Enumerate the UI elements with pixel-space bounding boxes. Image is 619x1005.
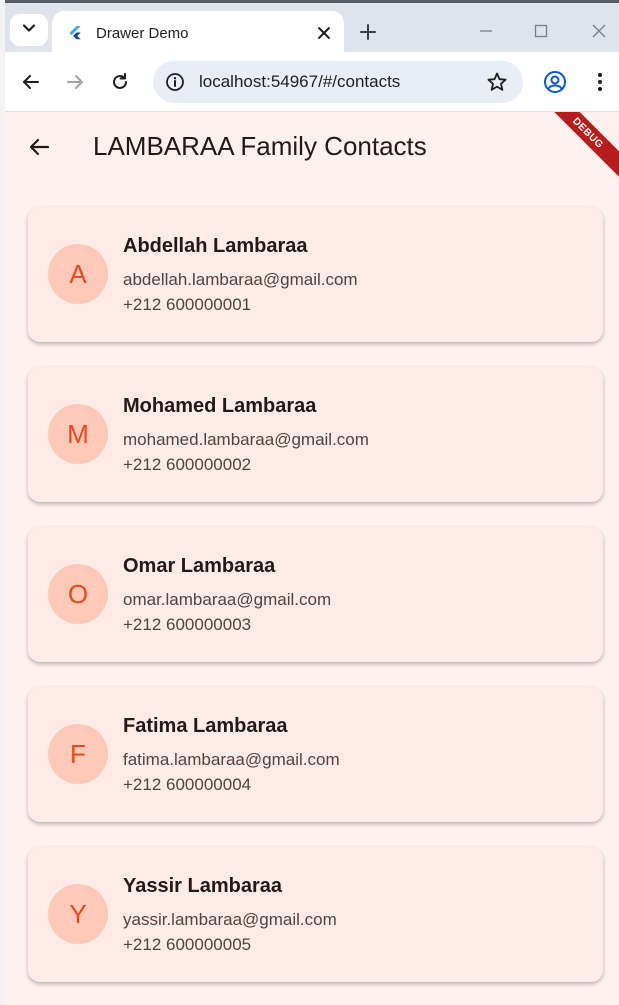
browser-tab[interactable]: Drawer Demo [52,11,344,55]
window-close-button[interactable] [579,15,619,47]
avatar: F [48,724,108,784]
contact-card[interactable]: Y Yassir Lambaraa yassir.lambaraa@gmail.… [28,847,603,982]
browser-menu-button[interactable] [584,66,616,98]
page-title: LAMBARAA Family Contacts [93,131,427,161]
maximize-button[interactable] [521,15,561,47]
contact-phone: +212 600000005 [123,935,252,954]
avatar: A [48,244,108,304]
app-bar: LAMBARAA Family Contacts [5,112,619,182]
close-icon[interactable] [310,19,338,47]
app-viewport: LAMBARAA Family Contacts DEBUG A Abdella… [5,112,619,1005]
tab-search-button[interactable] [10,14,48,46]
kebab-menu-icon [598,73,602,91]
contact-email: mohamed.lambaraa@gmail.com [123,430,369,449]
contact-email: fatima.lambaraa@gmail.com [123,750,340,769]
back-nav-button[interactable] [15,66,47,98]
arrow-left-icon [29,138,50,156]
contact-name: Fatima Lambaraa [123,715,288,737]
contact-list: A Abdellah Lambaraa abdellah.lambaraa@gm… [28,207,603,1005]
minimize-icon [480,30,492,32]
reload-icon [113,73,127,89]
flutter-icon [66,24,84,42]
info-icon[interactable] [165,72,185,92]
contact-card[interactable]: F Fatima Lambaraa fatima.lambaraa@gmail.… [28,687,603,822]
maximize-icon [534,24,548,38]
address-bar[interactable]: localhost:54967/#/contacts [153,61,523,103]
star-icon[interactable] [481,66,513,98]
plus-icon [360,24,376,40]
contact-email: omar.lambaraa@gmail.com [123,590,332,609]
contact-name: Omar Lambaraa [123,555,276,577]
tab-title: Drawer Demo [96,24,189,42]
contact-name: Mohamed Lambaraa [123,395,317,417]
back-button[interactable] [21,129,57,165]
contact-name: Abdellah Lambaraa [123,235,308,257]
arrow-left-icon [23,75,39,89]
window-close-icon [592,24,606,38]
new-tab-button[interactable] [354,18,382,46]
avatar: M [48,404,108,464]
contact-email: abdellah.lambaraa@gmail.com [123,270,358,289]
contact-card[interactable]: O Omar Lambaraa omar.lambaraa@gmail.com … [28,527,603,662]
reload-button[interactable] [104,66,136,98]
forward-nav-button[interactable] [59,66,91,98]
contact-card[interactable]: A Abdellah Lambaraa abdellah.lambaraa@gm… [28,207,603,342]
contact-phone: +212 600000001 [123,295,252,314]
contact-phone: +212 600000002 [123,455,252,474]
contact-card[interactable]: M Mohamed Lambaraa mohamed.lambaraa@gmai… [28,367,603,502]
url-text[interactable]: localhost:54967/#/contacts [199,72,481,92]
avatar: Y [48,884,108,944]
contact-name: Yassir Lambaraa [123,875,282,897]
contact-email: yassir.lambaraa@gmail.com [123,910,337,929]
chevron-down-icon [22,21,36,40]
browser-toolbar: localhost:54967/#/contacts [0,52,619,112]
profile-button[interactable] [539,66,571,98]
avatar: O [48,564,108,624]
minimize-button[interactable] [466,15,506,47]
arrow-right-icon [67,75,83,89]
contact-phone: +212 600000004 [123,775,252,794]
profile-icon [544,71,566,93]
browser-tab-strip: Drawer Demo [0,0,619,55]
contact-phone: +212 600000003 [123,615,252,634]
